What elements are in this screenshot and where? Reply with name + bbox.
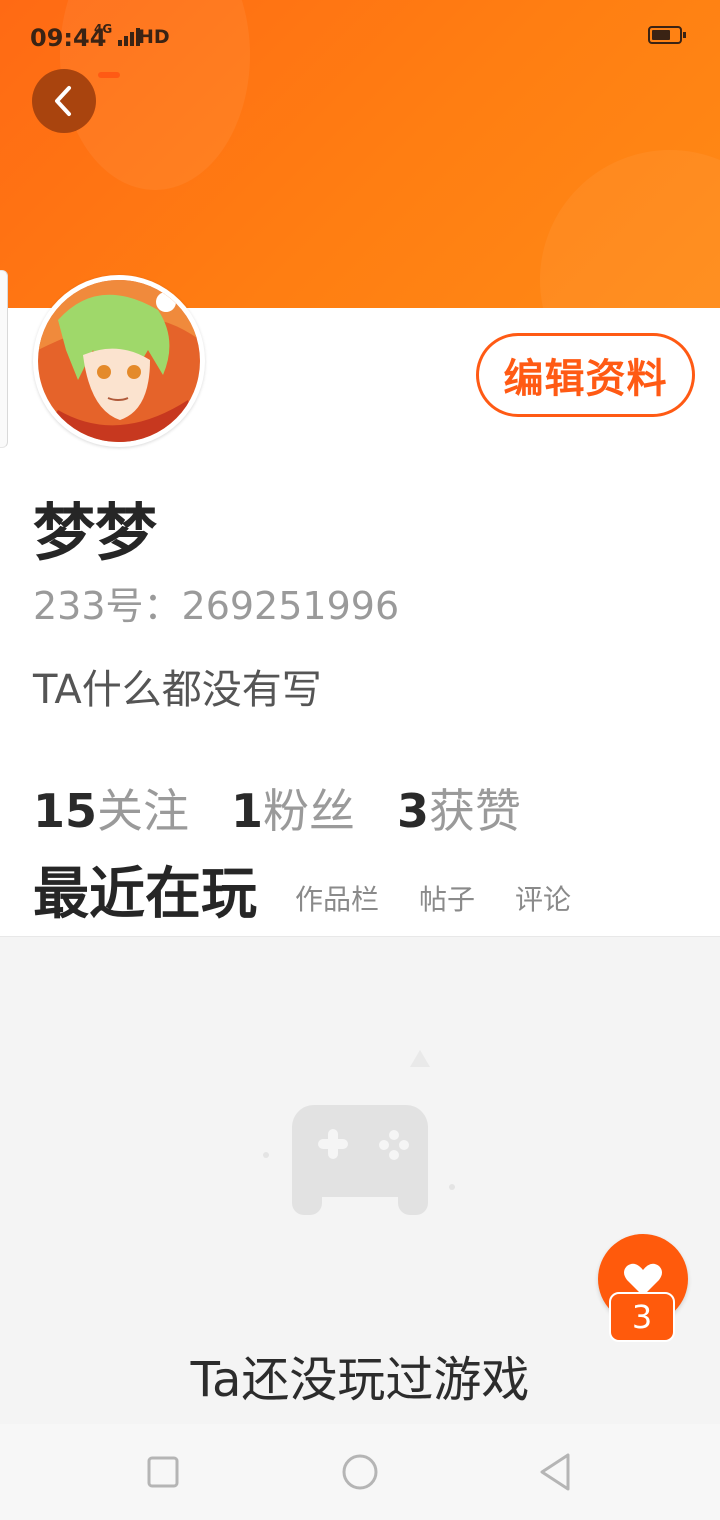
edit-profile-button[interactable]: 编辑资料 xyxy=(476,333,695,417)
avatar[interactable] xyxy=(33,275,205,447)
profile-header-banner: 09:44 4G HD xyxy=(0,0,720,308)
signal-icon xyxy=(118,26,140,46)
user-bio: TA什么都没有写 xyxy=(33,667,322,713)
back-button[interactable] xyxy=(32,69,96,133)
user-name: 梦梦 xyxy=(33,496,158,569)
tab-comments[interactable]: 评论 xyxy=(515,878,571,934)
network-type: 4G xyxy=(94,22,113,36)
profile-stats: 15 关注 1 粉丝 3 获赞 xyxy=(33,775,563,841)
triangle-back-icon[interactable] xyxy=(538,1452,574,1492)
stat-value: 15 xyxy=(33,784,98,838)
stat-label: 关注 xyxy=(97,784,190,838)
tab-works[interactable]: 作品栏 xyxy=(295,878,379,934)
stat-likes[interactable]: 3 获赞 xyxy=(397,775,521,841)
user-id: 233号：269251996 xyxy=(33,584,400,628)
stat-followers[interactable]: 1 粉丝 xyxy=(231,775,355,841)
stat-value: 1 xyxy=(231,784,264,838)
like-count-badge: 3 xyxy=(609,1292,675,1342)
system-nav-bar xyxy=(0,1424,720,1520)
stat-label: 粉丝 xyxy=(263,784,356,838)
hd-label: HD xyxy=(138,26,170,48)
square-icon[interactable] xyxy=(147,1456,181,1490)
profile-tabs: 最近在玩 作品栏 帖子 评论 xyxy=(33,858,571,934)
stat-label: 获赞 xyxy=(429,784,522,838)
gamepad-icon xyxy=(263,1050,455,1215)
tab-posts[interactable]: 帖子 xyxy=(419,878,475,934)
side-drawer-handle[interactable] xyxy=(0,270,8,448)
battery-icon xyxy=(648,26,686,44)
header-decoration xyxy=(540,150,720,308)
status-bar: 09:44 4G HD xyxy=(0,0,720,74)
circle-icon[interactable] xyxy=(340,1452,380,1492)
tab-recently-played[interactable]: 最近在玩 xyxy=(33,849,257,934)
stat-following[interactable]: 15 关注 xyxy=(33,775,189,841)
active-tab-indicator xyxy=(98,72,120,78)
empty-state-text: Ta还没玩过游戏 xyxy=(190,1352,530,1408)
stat-value: 3 xyxy=(397,784,430,838)
chevron-left-icon xyxy=(55,86,71,116)
